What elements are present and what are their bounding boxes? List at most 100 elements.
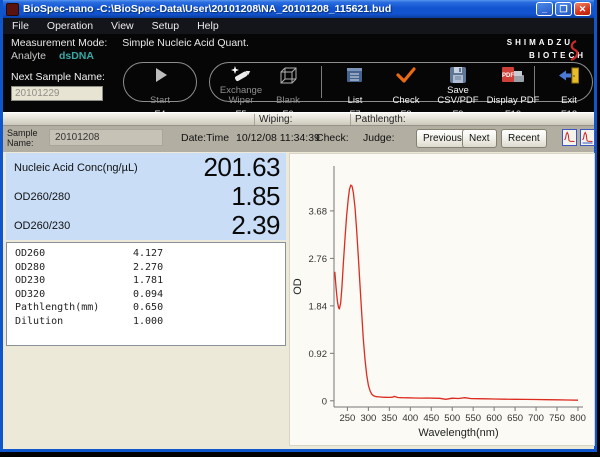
od260-280-label: OD260/280	[14, 191, 231, 203]
svg-text:0: 0	[322, 396, 327, 407]
list-icon	[345, 66, 365, 84]
svg-text:550: 550	[465, 413, 481, 424]
measurement-mode-row: Measurement Mode: Simple Nucleic Acid Qu…	[11, 37, 249, 49]
svg-text:450: 450	[423, 413, 439, 424]
app-icon	[6, 3, 19, 16]
analyte-value: dsDNA	[59, 50, 94, 62]
exit-icon	[558, 66, 580, 85]
spectrum-zoom-mini-icon	[582, 131, 593, 144]
svg-text:Wavelength(nm): Wavelength(nm)	[418, 427, 498, 439]
recent-button[interactable]: Recent	[501, 129, 547, 148]
nucleic-acid-conc-value: 201.63	[203, 152, 280, 183]
status-separator	[350, 114, 351, 125]
menu-view[interactable]: View	[102, 19, 143, 33]
table-cell-name: OD320	[15, 288, 133, 302]
exit-label: Exit	[540, 86, 598, 106]
spectrum-view-button[interactable]	[562, 129, 577, 146]
sample-name-label: Sample Name:	[7, 128, 49, 148]
measurement-mode-label: Measurement Mode:	[11, 37, 107, 49]
maximize-button[interactable]: ❐	[555, 2, 572, 16]
measurement-mode-value: Simple Nucleic Acid Quant.	[122, 37, 249, 49]
menu-file[interactable]: File	[3, 19, 38, 33]
check-label: Check	[377, 86, 435, 106]
close-button[interactable]: ✕	[574, 2, 591, 16]
header-toolbar-panel: Measurement Mode: Simple Nucleic Acid Qu…	[3, 34, 594, 112]
table-cell-value: 2.270	[133, 261, 163, 275]
start-label: Start	[131, 86, 189, 106]
svg-text:1.84: 1.84	[309, 301, 328, 312]
analyte-label: Analyte	[11, 50, 46, 62]
menu-bar: File Operation View Setup Help	[3, 18, 594, 34]
svg-text:350: 350	[381, 413, 397, 424]
check-status-label: Check:	[316, 132, 349, 144]
svg-text:2.76: 2.76	[309, 254, 328, 265]
table-cell-value: 0.094	[133, 288, 163, 302]
judge-status-label: Judge:	[363, 132, 395, 144]
svg-text:500: 500	[444, 413, 460, 424]
spectrum-chart: 00.921.842.763.6825030035040045050055060…	[290, 154, 594, 445]
od260-230-value: 2.39	[231, 210, 280, 241]
next-button[interactable]: Next	[462, 129, 497, 148]
results-panel: Nucleic Acid Conc(ng/µL) 201.63 OD260/28…	[6, 153, 286, 240]
display-pdf-label: Display PDF	[484, 86, 542, 106]
play-icon	[150, 67, 170, 83]
save-csv-pdf-label: Save CSV/PDF	[429, 86, 487, 106]
dna-squiggle-icon	[567, 40, 579, 62]
save-icon	[449, 66, 467, 84]
svg-text:650: 650	[507, 413, 523, 424]
table-cell-name: OD230	[15, 274, 133, 288]
window-controls: _ ❐ ✕	[536, 2, 591, 16]
table-cell-value: 0.650	[133, 301, 163, 315]
table-cell-value: 4.127	[133, 247, 163, 261]
analyte-row: Analyte dsDNA	[11, 50, 94, 62]
spectrum-zoom-view-button[interactable]	[580, 129, 595, 146]
list-label: List	[326, 86, 384, 106]
svg-text:600: 600	[486, 413, 502, 424]
spectrum-mini-icon	[564, 131, 575, 144]
shimadzu-biotech-logo: SHIMADZU BIOTECH	[454, 38, 586, 60]
check-icon	[395, 66, 417, 84]
previous-button[interactable]: Previous	[416, 129, 469, 148]
table-cell-name: OD280	[15, 261, 133, 275]
sample-bar: Sample Name: Date:Time 10/12/08 11:34:39…	[3, 125, 594, 152]
detail-table: OD260 4.127 OD280 2.270 OD230 1.781 OD32…	[6, 242, 286, 346]
window-title: BioSpec-nano -C:\BioSpec-Data\User\20101…	[23, 3, 532, 15]
next-sample-name-input[interactable]	[11, 86, 103, 101]
result-row: OD260/280 1.85	[6, 182, 286, 211]
nucleic-acid-conc-label: Nucleic Acid Conc(ng/µL)	[14, 162, 203, 174]
svg-text:250: 250	[339, 413, 355, 424]
table-cell-name: Pathlength(mm)	[15, 301, 133, 315]
desktop: { "window": { "title": "BioSpec-nano -C:…	[0, 0, 600, 457]
table-row: Dilution 1.000	[7, 315, 285, 329]
table-row: OD230 1.781	[7, 274, 285, 288]
datetime-label: Date:Time	[181, 132, 229, 144]
menu-setup[interactable]: Setup	[143, 19, 188, 33]
sample-name-input[interactable]	[49, 129, 163, 146]
svg-text:3.68: 3.68	[309, 206, 328, 217]
table-cell-name: Dilution	[15, 315, 133, 329]
status-separator	[254, 114, 255, 125]
svg-text:700: 700	[528, 413, 544, 424]
svg-text:400: 400	[402, 413, 418, 424]
od260-230-label: OD260/230	[14, 220, 231, 232]
table-cell-value: 1.000	[133, 315, 163, 329]
menu-operation[interactable]: Operation	[38, 19, 102, 33]
toolbar-separator	[321, 66, 322, 98]
chart-panel: 00.921.842.763.6825030035040045050055060…	[289, 153, 595, 446]
blank-label: Blank	[259, 86, 317, 106]
wiper-icon	[228, 65, 254, 85]
table-row: OD280 2.270	[7, 261, 285, 275]
minimize-button[interactable]: _	[536, 2, 553, 16]
cube-icon	[277, 65, 299, 85]
menu-help[interactable]: Help	[188, 19, 228, 33]
od260-280-value: 1.85	[231, 181, 280, 212]
svg-text:OD: OD	[292, 278, 304, 295]
pdf-icon: PDF	[501, 66, 525, 85]
svg-text:PDF: PDF	[502, 73, 514, 79]
svg-text:300: 300	[360, 413, 376, 424]
next-sample-name-label: Next Sample Name:	[11, 71, 105, 83]
table-cell-name: OD260	[15, 247, 133, 261]
app-window: BioSpec-nano -C:\BioSpec-Data\User\20101…	[0, 0, 597, 452]
svg-text:750: 750	[549, 413, 565, 424]
result-row: OD260/230 2.39	[6, 211, 286, 240]
